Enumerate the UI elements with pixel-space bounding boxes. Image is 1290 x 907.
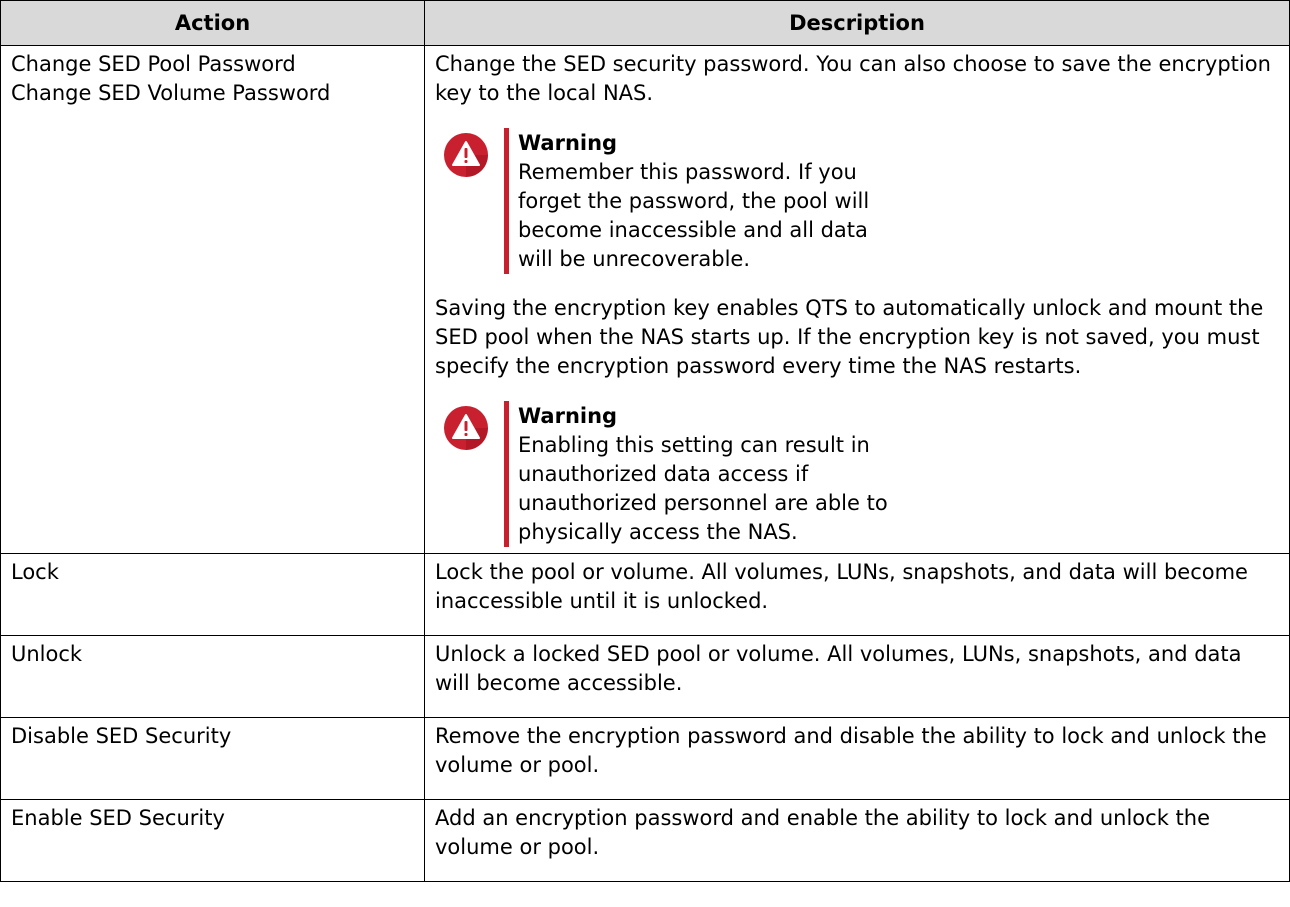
warning-triangle-icon (444, 406, 488, 450)
warning-text: Remember this password. If you forget th… (518, 160, 870, 271)
warning-body: Warning Enabling this setting can result… (518, 401, 888, 547)
action-change-pool-password: Change SED Pool Password (11, 52, 296, 76)
table-row-lock: Lock Lock the pool or volume. All volume… (0, 553, 1290, 636)
warning-title: Warning (518, 404, 618, 428)
warning-text: Enabling this setting can result in unau… (518, 433, 888, 544)
warning-triangle-icon (444, 133, 488, 177)
warning-body: Warning Remember this password. If you f… (518, 128, 878, 274)
warning-note: Warning Remember this password. If you f… (435, 128, 1279, 274)
description-text: Change the SED security password. You ca… (435, 52, 1271, 105)
action-cell: Disable SED Security (0, 717, 425, 800)
action-cell: Change SED Pool Password Change SED Volu… (0, 45, 425, 554)
description-cell: Remove the encryption password and disab… (424, 717, 1290, 800)
action-cell: Lock (0, 553, 425, 636)
action-change-volume-password: Change SED Volume Password (11, 81, 331, 105)
description-cell: Unlock a locked SED pool or volume. All … (424, 635, 1290, 718)
table-row-enable-sed: Enable SED Security Add an encryption pa… (0, 799, 1290, 882)
description-cell: Lock the pool or volume. All volumes, LU… (424, 553, 1290, 636)
table-row-disable-sed: Disable SED Security Remove the encrypti… (0, 717, 1290, 800)
description-cell: Add an encryption password and enable th… (424, 799, 1290, 882)
warning-accent-bar (504, 401, 509, 547)
table-row-change-password: Change SED Pool Password Change SED Volu… (0, 45, 1290, 554)
table-row-unlock: Unlock Unlock a locked SED pool or volum… (0, 635, 1290, 718)
table-header-row: Action Description (0, 0, 1290, 46)
warning-accent-bar (504, 128, 509, 274)
action-cell: Unlock (0, 635, 425, 718)
actions-table: Action Description Change SED Pool Passw… (0, 0, 1290, 882)
warning-note: Warning Enabling this setting can result… (435, 401, 1279, 547)
warning-title: Warning (518, 131, 618, 155)
header-action: Action (0, 0, 425, 46)
header-description: Description (424, 0, 1290, 46)
action-cell: Enable SED Security (0, 799, 425, 882)
description-text: Saving the encryption key enables QTS to… (435, 296, 1264, 378)
description-cell: Change the SED security password. You ca… (424, 45, 1290, 554)
